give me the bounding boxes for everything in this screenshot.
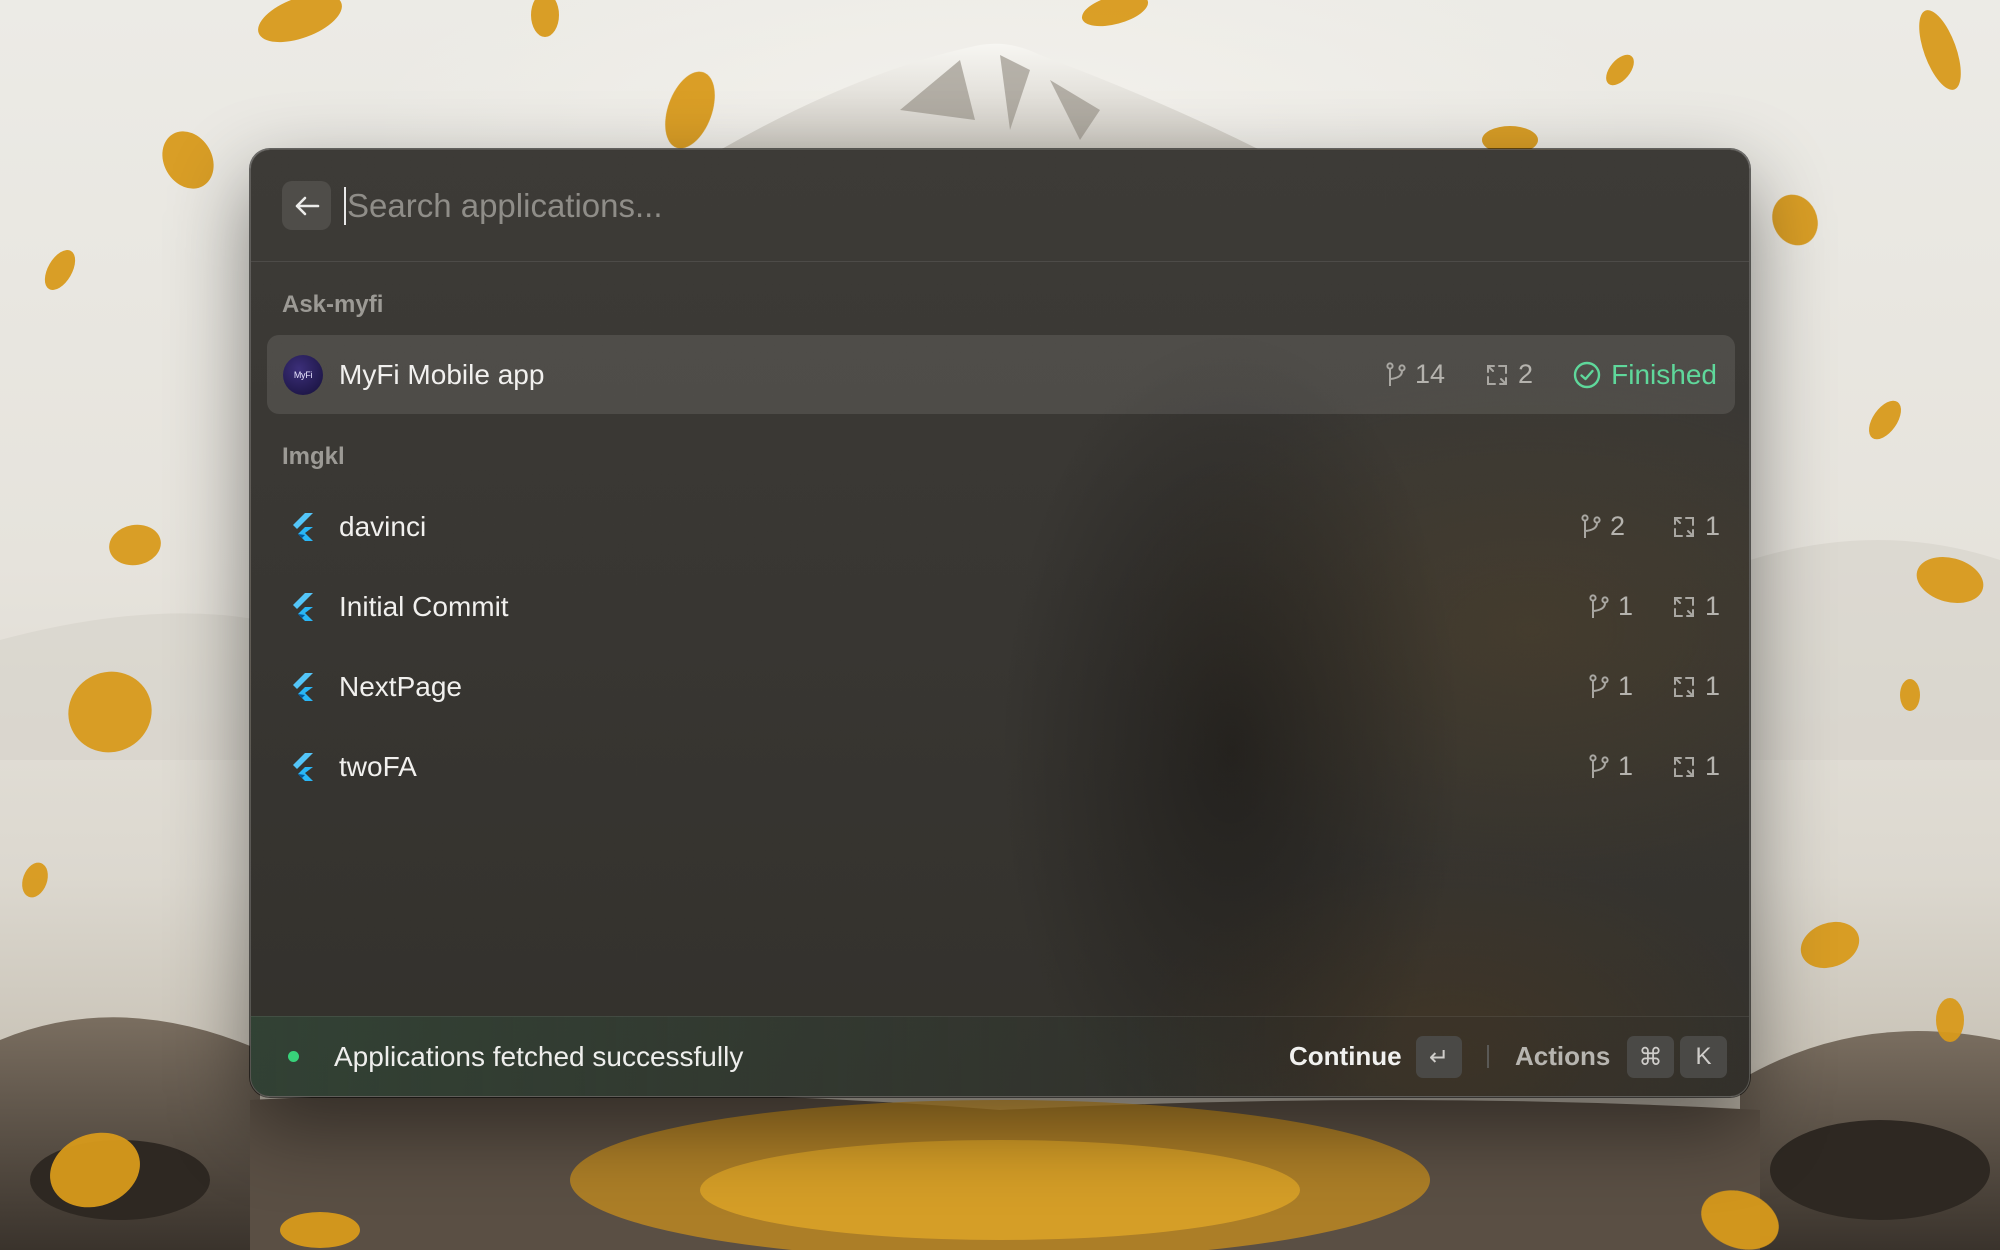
build-count-value: 1 [1705,591,1721,621]
build-cycle-icon [1674,596,1694,617]
build-cycle-icon [1674,756,1694,777]
status-dot [288,1051,299,1062]
build-cycle-icon [1674,676,1694,697]
section-label-ask-myfi: Ask-myfi [282,291,384,318]
app-name: NextPage [339,671,462,702]
branch-count-value: 1 [1618,751,1634,781]
search-input[interactable] [347,180,1347,232]
branch-count-value: 2 [1610,511,1626,541]
app-name: Initial Commit [339,591,509,622]
list-item-initial-commit[interactable]: Initial Commit 1 1 [267,567,1735,646]
branch-count: 14 [1385,335,1445,414]
build-count: 1 [1671,647,1720,726]
list-item-twofa[interactable]: twoFA 1 1 [267,727,1735,806]
app-name: twoFA [339,751,417,782]
status-badge: Finished [1573,335,1717,414]
footer-divider [1487,1045,1489,1068]
git-branch-icon [1386,361,1406,386]
build-cycle-icon [1674,516,1694,537]
command-key-hint: ⌘ [1627,1036,1674,1078]
status-footer: Applications fetched successfully Contin… [251,1016,1749,1096]
list-item-nextpage[interactable]: NextPage 1 1 [267,647,1735,726]
branch-count-value: 1 [1618,671,1634,701]
branch-count: 1 [1588,647,1633,726]
branch-count: 1 [1588,727,1633,806]
git-branch-icon [1581,513,1601,538]
git-branch-icon [1589,673,1609,698]
branch-count-value: 14 [1415,359,1446,389]
branch-count: 1 [1588,567,1633,646]
flutter-icon [293,513,313,541]
build-count: 1 [1671,727,1720,806]
build-count: 2 [1484,335,1533,414]
text-caret [344,187,346,225]
flutter-icon [293,753,313,781]
arrow-left-icon [295,196,319,215]
flutter-icon [293,593,313,621]
app-name: MyFi Mobile app [339,359,545,390]
build-count: 1 [1671,567,1720,646]
k-key-hint: K [1680,1036,1727,1078]
return-key-hint: ↵ [1416,1036,1462,1078]
continue-button[interactable]: Continue [1289,1017,1402,1096]
build-count-value: 2 [1518,359,1534,389]
build-count-value: 1 [1705,671,1721,701]
build-cycle-icon [1487,364,1507,385]
list-item-davinci[interactable]: davinci 2 1 [267,487,1735,566]
branch-count-value: 1 [1618,591,1634,621]
check-circle-icon [1573,361,1601,388]
back-button[interactable] [282,181,331,230]
git-branch-icon [1589,593,1609,618]
branch-count: 2 [1580,487,1625,566]
app-name: davinci [339,511,427,542]
actions-button[interactable]: Actions [1515,1017,1610,1096]
build-count-value: 1 [1705,751,1721,781]
launcher-window: Ask-myfi MyFi MyFi Mobile app 14 2 Finis… [250,149,1750,1097]
section-label-imgkl: Imgkl [282,443,345,470]
flutter-icon [293,673,313,701]
git-branch-icon [1589,753,1609,778]
myfi-avatar-icon: MyFi [283,355,323,395]
build-count-value: 1 [1705,511,1721,541]
status-message: Applications fetched successfully [334,1041,744,1072]
list-item-myfi-mobile-app[interactable]: MyFi MyFi Mobile app 14 2 Finished [267,335,1735,414]
build-count: 1 [1671,487,1720,566]
search-bar [251,150,1749,262]
status-text: Finished [1611,358,1717,390]
